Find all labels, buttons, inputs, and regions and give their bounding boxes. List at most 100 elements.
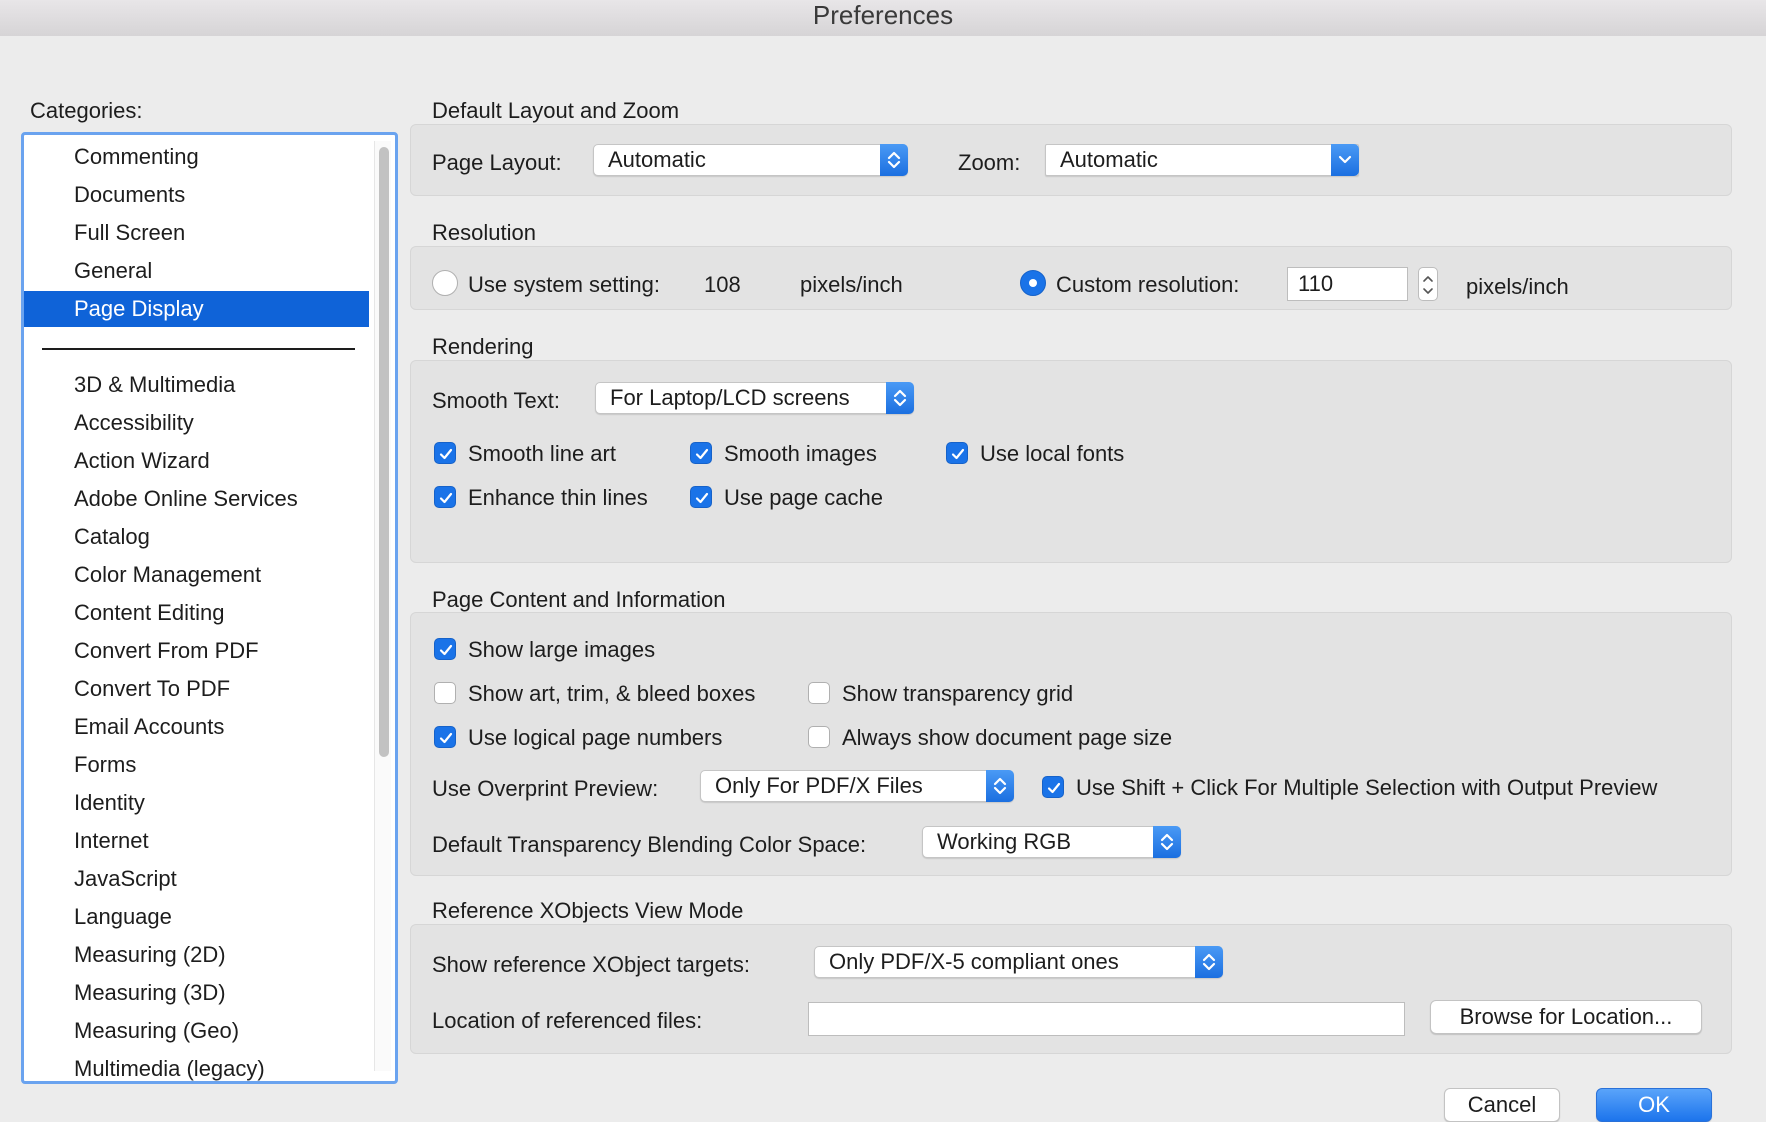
referenced-files-location-label: Location of referenced files:: [432, 1008, 703, 1033]
section-title-page-content: Page Content and Information: [432, 587, 726, 612]
category-item-forms[interactable]: Forms: [24, 747, 369, 783]
smooth-text-popup[interactable]: For Laptop/LCD screens: [595, 382, 914, 414]
custom-resolution-label: Custom resolution:: [1056, 272, 1240, 297]
category-item-multimedia-legacy[interactable]: Multimedia (legacy): [24, 1051, 369, 1081]
use-system-setting-radio[interactable]: [432, 270, 458, 296]
show-art-trim-bleed-label: Show art, trim, & bleed boxes: [468, 681, 756, 706]
checkmark-icon: [439, 732, 453, 744]
system-resolution-value: 108: [704, 272, 741, 297]
show-transparency-grid-label: Show transparency grid: [842, 681, 1074, 706]
category-item-documents[interactable]: Documents: [24, 177, 369, 213]
category-item-action-wizard[interactable]: Action Wizard: [24, 443, 369, 479]
category-item-general[interactable]: General: [24, 253, 369, 289]
section-title-rendering: Rendering: [432, 334, 534, 359]
categories-scrollbar-thumb[interactable]: [379, 147, 389, 757]
category-item-measuring-2d[interactable]: Measuring (2D): [24, 937, 369, 973]
blending-color-space-label: Default Transparency Blending Color Spac…: [432, 832, 867, 857]
page-layout-value: Automatic: [608, 147, 706, 172]
checkmark-icon: [439, 492, 453, 504]
overprint-preview-label: Use Overprint Preview:: [432, 776, 659, 801]
xobject-targets-popup[interactable]: Only PDF/X-5 compliant ones: [814, 946, 1223, 978]
zoom-value: Automatic: [1060, 147, 1158, 172]
preferences-window: Categories: Commenting Documents Full Sc…: [0, 36, 1766, 1122]
category-item-full-screen[interactable]: Full Screen: [24, 215, 369, 251]
blending-color-space-value: Working RGB: [937, 829, 1072, 854]
up-down-chevron-icon: [880, 144, 908, 176]
up-down-chevron-icon: [1195, 946, 1223, 978]
category-item-measuring-geo[interactable]: Measuring (Geo): [24, 1013, 369, 1049]
xobject-targets-value: Only PDF/X-5 compliant ones: [829, 949, 1119, 974]
up-down-chevron-icon: [986, 770, 1014, 802]
category-separator: [42, 348, 355, 350]
enhance-thin-lines-label: Enhance thin lines: [468, 485, 648, 510]
category-item-convert-from-pdf[interactable]: Convert From PDF: [24, 633, 369, 669]
shift-click-selection-label: Use Shift + Click For Multiple Selection…: [1076, 775, 1658, 800]
category-item-3d-multimedia[interactable]: 3D & Multimedia: [24, 367, 369, 403]
category-item-page-display[interactable]: Page Display: [24, 291, 369, 327]
use-system-setting-label: Use system setting:: [468, 272, 660, 297]
overprint-preview-popup[interactable]: Only For PDF/X Files: [700, 770, 1014, 802]
checkmark-icon: [1047, 782, 1061, 794]
use-local-fonts-label: Use local fonts: [980, 441, 1125, 466]
section-title-layout-zoom: Default Layout and Zoom: [432, 98, 680, 123]
xobject-targets-label: Show reference XObject targets:: [432, 952, 750, 977]
ok-button[interactable]: OK: [1596, 1088, 1712, 1122]
shift-click-selection-checkbox[interactable]: [1042, 776, 1064, 798]
use-page-cache-label: Use page cache: [724, 485, 883, 510]
category-item-language[interactable]: Language: [24, 899, 369, 935]
category-item-catalog[interactable]: Catalog: [24, 519, 369, 555]
blending-color-space-popup[interactable]: Working RGB: [922, 826, 1181, 858]
smooth-images-checkbox[interactable]: [690, 442, 712, 464]
page-layout-label: Page Layout:: [432, 150, 562, 175]
cancel-button[interactable]: Cancel: [1444, 1088, 1560, 1122]
smooth-text-value: For Laptop/LCD screens: [610, 385, 850, 410]
category-item-identity[interactable]: Identity: [24, 785, 369, 821]
smooth-images-label: Smooth images: [724, 441, 877, 466]
system-resolution-unit: pixels/inch: [800, 272, 903, 297]
always-show-page-size-checkbox[interactable]: [808, 726, 830, 748]
chevron-down-icon: [1331, 144, 1359, 176]
use-page-cache-checkbox[interactable]: [690, 486, 712, 508]
smooth-text-label: Smooth Text:: [432, 388, 560, 413]
category-item-color-management[interactable]: Color Management: [24, 557, 369, 593]
smooth-line-art-checkbox[interactable]: [434, 442, 456, 464]
section-title-xobjects: Reference XObjects View Mode: [432, 898, 744, 923]
custom-resolution-input[interactable]: 110: [1287, 267, 1408, 301]
checkmark-icon: [439, 644, 453, 656]
show-large-images-checkbox[interactable]: [434, 638, 456, 660]
browse-location-button[interactable]: Browse for Location...: [1430, 1000, 1702, 1034]
checkmark-icon: [439, 448, 453, 460]
referenced-files-location-input[interactable]: [808, 1002, 1405, 1036]
section-title-resolution: Resolution: [432, 220, 536, 245]
show-transparency-grid-checkbox[interactable]: [808, 682, 830, 704]
category-item-email-accounts[interactable]: Email Accounts: [24, 709, 369, 745]
category-item-adobe-online-services[interactable]: Adobe Online Services: [24, 481, 369, 517]
checkmark-icon: [951, 448, 965, 460]
category-item-commenting[interactable]: Commenting: [24, 139, 369, 175]
category-item-content-editing[interactable]: Content Editing: [24, 595, 369, 631]
custom-resolution-stepper[interactable]: [1418, 267, 1438, 301]
title-bar: Preferences: [0, 0, 1766, 37]
page-layout-popup[interactable]: Automatic: [593, 144, 908, 176]
up-down-chevron-icon: [1153, 826, 1181, 858]
use-logical-page-numbers-checkbox[interactable]: [434, 726, 456, 748]
checkmark-icon: [695, 448, 709, 460]
up-down-chevron-icon: [886, 382, 914, 414]
categories-label: Categories:: [30, 98, 143, 123]
use-local-fonts-checkbox[interactable]: [946, 442, 968, 464]
zoom-combobox[interactable]: Automatic: [1045, 144, 1359, 176]
category-item-convert-to-pdf[interactable]: Convert To PDF: [24, 671, 369, 707]
category-item-javascript[interactable]: JavaScript: [24, 861, 369, 897]
smooth-line-art-label: Smooth line art: [468, 441, 616, 466]
overprint-preview-value: Only For PDF/X Files: [715, 773, 923, 798]
use-logical-page-numbers-label: Use logical page numbers: [468, 725, 723, 750]
categories-list[interactable]: Commenting Documents Full Screen General…: [21, 132, 398, 1084]
custom-resolution-radio[interactable]: [1020, 270, 1046, 296]
show-art-trim-bleed-checkbox[interactable]: [434, 682, 456, 704]
category-item-measuring-3d[interactable]: Measuring (3D): [24, 975, 369, 1011]
window-title: Preferences: [812, 0, 954, 30]
enhance-thin-lines-checkbox[interactable]: [434, 486, 456, 508]
category-item-internet[interactable]: Internet: [24, 823, 369, 859]
always-show-page-size-label: Always show document page size: [842, 725, 1173, 750]
category-item-accessibility[interactable]: Accessibility: [24, 405, 369, 441]
